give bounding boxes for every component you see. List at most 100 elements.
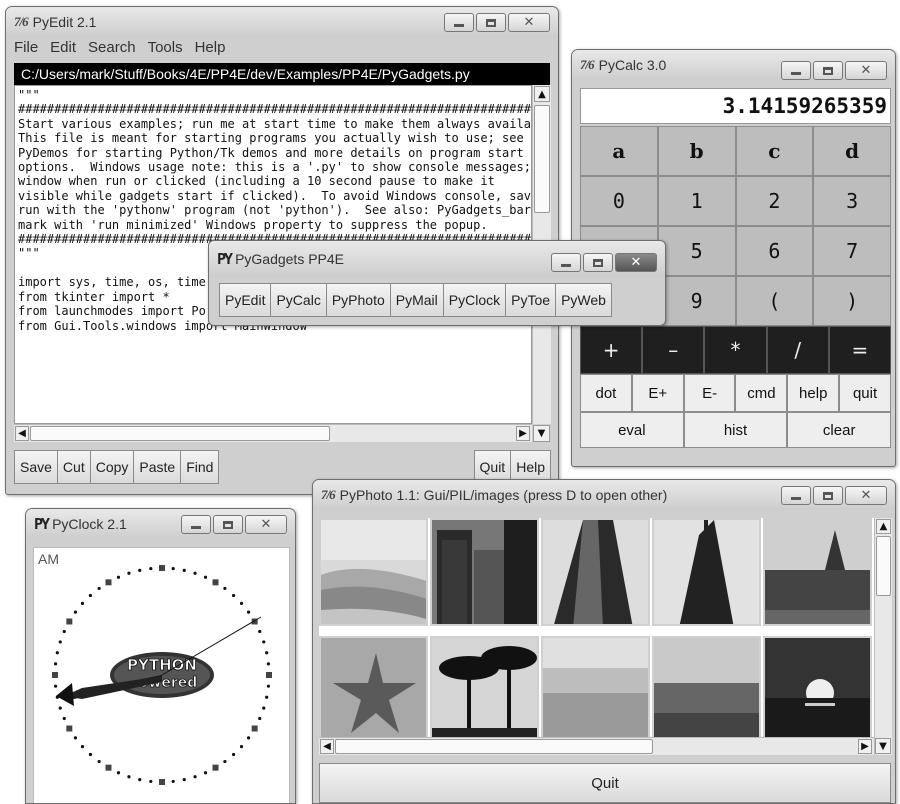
- python-py-icon: PY: [34, 515, 50, 533]
- editor-horizontal-scrollbar[interactable]: ◀ ▶: [14, 424, 532, 442]
- scroll-down-icon[interactable]: ▼: [533, 425, 550, 442]
- key-equals[interactable]: =: [828, 326, 892, 374]
- key-b[interactable]: b: [657, 126, 736, 176]
- thumbnail-starfish[interactable]: [319, 636, 428, 744]
- thumbnail-sunset[interactable]: [763, 636, 872, 744]
- close-button[interactable]: ✕: [845, 61, 887, 80]
- minimize-icon: [454, 24, 464, 27]
- key-5[interactable]: 5: [657, 226, 736, 276]
- scroll-right-icon[interactable]: ▶: [516, 426, 530, 441]
- key-1[interactable]: 1: [657, 176, 736, 226]
- launch-pymail-button[interactable]: PyMail: [389, 283, 444, 317]
- maximize-button[interactable]: [813, 486, 843, 505]
- thumbnail-vertical-scrollbar[interactable]: ▲: [874, 518, 892, 755]
- maximize-button[interactable]: [813, 61, 843, 80]
- pyedit-titlebar[interactable]: 7/6 PyEdit 2.1 ✕: [6, 7, 558, 37]
- close-button[interactable]: ✕: [508, 13, 550, 32]
- launch-pyclock-button[interactable]: PyClock: [442, 283, 507, 317]
- copy-button[interactable]: Copy: [89, 450, 135, 484]
- minimize-button[interactable]: [444, 13, 474, 32]
- paste-button[interactable]: Paste: [133, 450, 182, 484]
- launch-pyweb-button[interactable]: PyWeb: [555, 283, 612, 317]
- maximize-button[interactable]: [476, 13, 506, 32]
- key-3[interactable]: 3: [813, 176, 891, 226]
- thumbnail-horizontal-scrollbar[interactable]: ◀ ▶: [319, 737, 874, 755]
- scroll-thumb[interactable]: [534, 105, 550, 213]
- thumbnail-beach-birds[interactable]: [541, 636, 650, 744]
- menu-search[interactable]: Search: [88, 39, 136, 61]
- key-2[interactable]: 2: [735, 176, 814, 226]
- key-close-paren[interactable]: ): [813, 276, 891, 326]
- key-6[interactable]: 6: [735, 226, 814, 276]
- pycalc-titlebar[interactable]: 7/6 PyCalc 3.0 ✕: [572, 50, 895, 80]
- code-line: Start various examples; run me at start …: [18, 116, 532, 131]
- clock-face[interactable]: AM PYTHON owered: [33, 547, 290, 803]
- pyclock-titlebar[interactable]: PY PyClock 2.1 ✕: [26, 509, 295, 539]
- quit-button[interactable]: quit: [839, 374, 891, 412]
- key-d[interactable]: d: [813, 126, 891, 176]
- key-plus[interactable]: +: [580, 326, 643, 374]
- thumbnail-tower[interactable]: [652, 518, 761, 626]
- key-7[interactable]: 7: [813, 226, 891, 276]
- close-button[interactable]: ✕: [845, 486, 887, 505]
- cut-button[interactable]: Cut: [56, 450, 91, 484]
- scroll-thumb-horizontal[interactable]: [335, 739, 653, 754]
- scroll-left-icon[interactable]: ◀: [320, 739, 334, 754]
- key-9[interactable]: 9: [657, 276, 736, 326]
- scroll-up-icon[interactable]: ▲: [876, 519, 891, 534]
- pyphoto-titlebar[interactable]: 7/6 PyPhoto 1.1: Gui/PIL/images (press D…: [313, 480, 895, 510]
- thumbnail-church[interactable]: [763, 518, 872, 626]
- launch-pyphoto-button[interactable]: PyPhoto: [325, 283, 391, 317]
- find-button[interactable]: Find: [180, 450, 220, 484]
- help-button[interactable]: help: [787, 374, 840, 412]
- scroll-left-icon[interactable]: ◀: [15, 426, 29, 441]
- minimize-button[interactable]: [551, 253, 581, 272]
- scroll-down-icon[interactable]: ▼: [875, 738, 891, 754]
- pygadgets-titlebar[interactable]: PY PyGadgets PP4E ✕: [209, 241, 665, 277]
- e-plus-button[interactable]: E+: [631, 374, 684, 412]
- minimize-button[interactable]: [181, 515, 211, 534]
- scroll-thumb-horizontal[interactable]: [30, 426, 330, 441]
- key-divide[interactable]: /: [766, 326, 829, 374]
- key-c[interactable]: c: [735, 126, 814, 176]
- close-button[interactable]: ✕: [615, 253, 657, 272]
- thumbnail-skyscraper-angle[interactable]: [541, 518, 650, 626]
- thumbnail-city-buildings[interactable]: [430, 518, 539, 626]
- launch-pycalc-button[interactable]: PyCalc: [270, 283, 327, 317]
- maximize-icon: [823, 491, 833, 500]
- maximize-button[interactable]: [213, 515, 243, 534]
- key-multiply[interactable]: *: [704, 326, 767, 374]
- save-button[interactable]: Save: [14, 450, 58, 484]
- clear-button[interactable]: clear: [787, 412, 892, 448]
- key-0[interactable]: 0: [580, 176, 658, 226]
- maximize-button[interactable]: [583, 253, 613, 272]
- clock-face-graphic: AM PYTHON owered: [38, 551, 272, 785]
- e-minus-button[interactable]: E-: [683, 374, 736, 412]
- minimize-button[interactable]: [781, 61, 811, 80]
- minute-tick: [223, 586, 227, 591]
- menu-file[interactable]: File: [14, 39, 38, 61]
- dot-button[interactable]: dot: [580, 374, 632, 412]
- thumbnail-palm-trees[interactable]: [430, 636, 539, 744]
- calc-display[interactable]: 3.14159265359: [580, 88, 891, 124]
- photo-ocean-sunset: [654, 638, 759, 742]
- quit-button[interactable]: Quit: [319, 763, 891, 803]
- eval-button[interactable]: eval: [580, 412, 684, 448]
- key-minus[interactable]: –: [642, 326, 705, 374]
- scroll-up-icon[interactable]: ▲: [534, 86, 550, 102]
- minimize-button[interactable]: [781, 486, 811, 505]
- hist-button[interactable]: hist: [683, 412, 788, 448]
- thumbnail-ocean-sunset[interactable]: [652, 636, 761, 744]
- cmd-button[interactable]: cmd: [735, 374, 788, 412]
- menu-edit[interactable]: Edit: [50, 39, 76, 61]
- launch-pytoe-button[interactable]: PyToe: [505, 283, 557, 317]
- scroll-thumb[interactable]: [876, 536, 891, 596]
- scroll-right-icon[interactable]: ▶: [858, 739, 872, 754]
- key-open-paren[interactable]: (: [735, 276, 814, 326]
- thumbnail-beach-dunes[interactable]: [319, 518, 428, 626]
- key-a[interactable]: a: [580, 126, 658, 176]
- launch-pyedit-button[interactable]: PyEdit: [219, 283, 272, 317]
- menu-tools[interactable]: Tools: [148, 39, 183, 61]
- menu-help[interactable]: Help: [195, 39, 226, 61]
- close-button[interactable]: ✕: [245, 515, 287, 534]
